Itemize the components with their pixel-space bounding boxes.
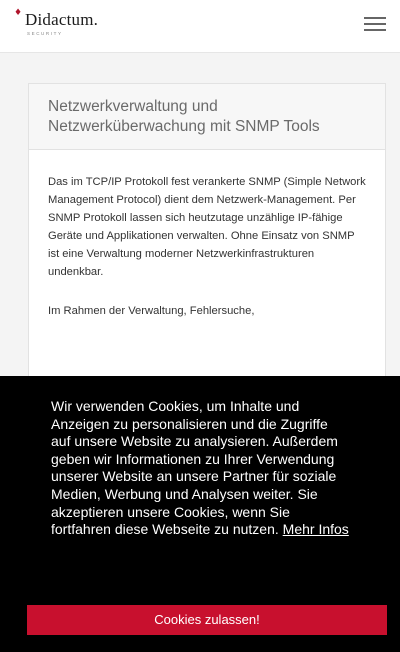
menu-bar [364, 17, 386, 19]
hamburger-menu-icon[interactable] [364, 16, 386, 32]
article-body: Das im TCP/IP Protokoll fest verankerte … [29, 150, 385, 320]
cookie-message: Wir verwenden Cookies, um Inhalte und An… [51, 398, 338, 538]
logo-diamond-icon: ♦ [14, 8, 23, 18]
article-paragraph: Im Rahmen der Verwaltung, Fehlersuche, [48, 305, 255, 317]
cookie-banner: Wir verwenden Cookies, um Inhalte und An… [0, 376, 400, 652]
site-header: ♦ Didactum. SECURITY [0, 0, 400, 53]
accept-cookies-button[interactable]: Cookies zulassen! [27, 605, 387, 635]
menu-bar [364, 29, 386, 31]
cookie-banner-text: Wir verwenden Cookies, um Inhalte und An… [51, 398, 351, 539]
article-title: Netzwerkverwaltung und Netzwerküberwachu… [48, 98, 320, 135]
logo-tagline: SECURITY [27, 31, 63, 36]
article-card-header: Netzwerkverwaltung und Netzwerküberwachu… [29, 84, 385, 150]
article-paragraph: Das im TCP/IP Protokoll fest verankerte … [48, 176, 366, 278]
more-info-link[interactable]: Mehr Infos [283, 521, 349, 537]
logo-wordmark: Didactum. [25, 10, 99, 29]
menu-bar [364, 23, 386, 25]
